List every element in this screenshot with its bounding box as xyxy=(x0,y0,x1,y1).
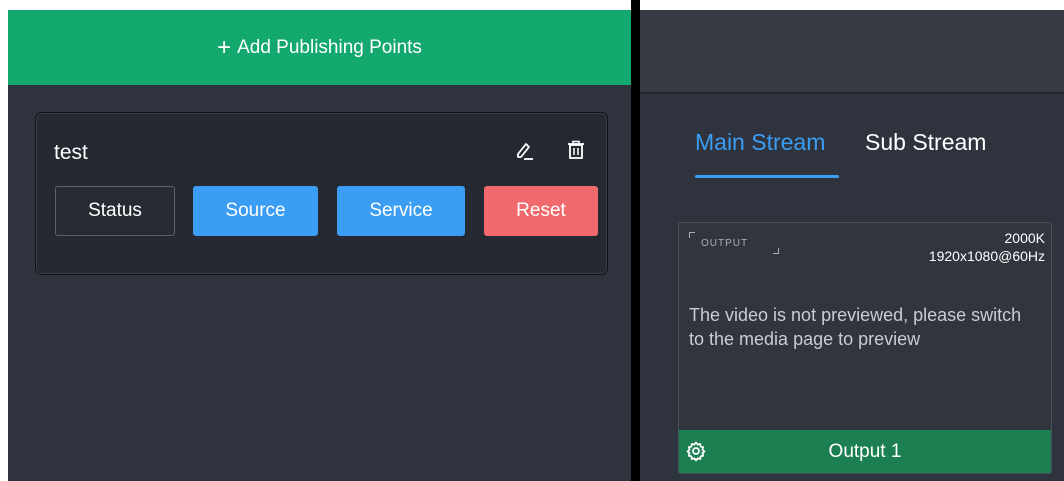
status-button[interactable]: Status xyxy=(55,186,175,236)
gear-icon[interactable] xyxy=(685,440,707,462)
publishing-points-pane: + Add Publishing Points test Status Sour… xyxy=(8,10,631,481)
output-name-label: Output 1 xyxy=(828,440,902,462)
trash-icon[interactable] xyxy=(564,138,588,162)
service-button[interactable]: Service xyxy=(337,186,465,236)
resolution-label: 1920x1080@60Hz xyxy=(928,248,1045,264)
add-publishing-points-button[interactable]: + Add Publishing Points xyxy=(8,10,631,85)
stream-pane: Main Stream Sub Stream OUTPUT 2000K 1920… xyxy=(640,10,1064,481)
preview-unavailable-message: The video is not previewed, please switc… xyxy=(689,305,1022,349)
publishing-point-card: test Status Source Service Reset xyxy=(35,112,608,275)
source-button[interactable]: Source xyxy=(193,186,318,236)
output-tag: OUTPUT xyxy=(689,232,779,254)
header-divider xyxy=(640,92,1064,94)
pane-divider[interactable] xyxy=(631,0,640,481)
corner-mark-icon xyxy=(773,248,779,254)
output-tag-label: OUTPUT xyxy=(701,238,749,249)
corner-mark-icon xyxy=(689,232,695,238)
tab-sub-stream[interactable]: Sub Stream xyxy=(865,129,986,156)
bitrate-label: 2000K xyxy=(1004,230,1045,246)
publishing-point-title: test xyxy=(54,141,88,164)
active-tab-indicator xyxy=(695,175,839,178)
reset-button[interactable]: Reset xyxy=(484,186,598,236)
add-publishing-points-label: Add Publishing Points xyxy=(237,36,422,58)
stream-pane-header xyxy=(640,10,1064,92)
output-preview-card: OUTPUT 2000K 1920x1080@60Hz The video is… xyxy=(678,222,1052,474)
output-footer[interactable]: Output 1 xyxy=(679,430,1051,473)
plus-icon: + xyxy=(217,33,232,61)
edit-icon[interactable] xyxy=(512,138,536,162)
tab-main-stream[interactable]: Main Stream xyxy=(695,129,825,156)
